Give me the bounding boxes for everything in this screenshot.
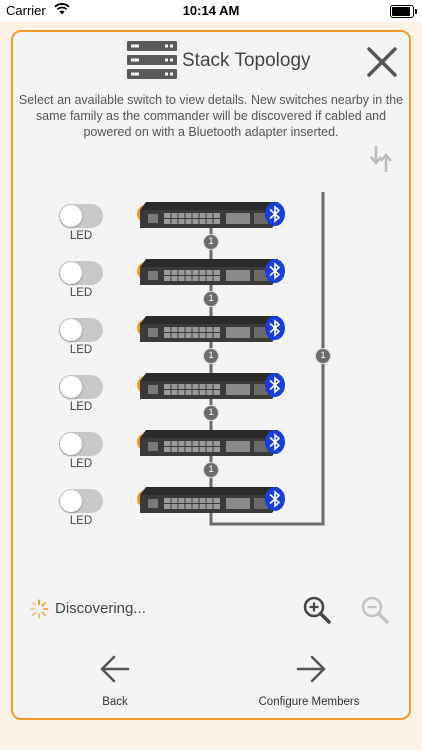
led-toggle-4[interactable]	[59, 375, 103, 399]
led-label: LED	[69, 344, 93, 356]
discovery-status: Discovering...	[55, 600, 146, 617]
bluetooth-icon	[265, 373, 285, 397]
connection-badge: 1	[203, 348, 219, 364]
led-toggle-3[interactable]	[59, 318, 103, 342]
toggle-knob	[60, 319, 82, 341]
switch-member-5[interactable]	[140, 430, 278, 456]
led-toggle-1[interactable]	[59, 204, 103, 228]
led-label: LED	[69, 401, 93, 413]
zoom-in-icon[interactable]	[302, 595, 332, 625]
led-toggle-6[interactable]	[59, 489, 103, 513]
battery-icon	[390, 5, 417, 18]
configure-members-button[interactable]: Configure Members	[249, 654, 369, 714]
ring-connection-badge: 1	[315, 348, 331, 364]
toggle-knob	[60, 433, 82, 455]
configure-members-label: Configure Members	[258, 696, 360, 708]
instructions-text: Select an available switch to view detai…	[18, 93, 404, 139]
back-label: Back	[102, 696, 128, 708]
switch-member-3[interactable]	[140, 316, 278, 342]
led-label: LED	[69, 287, 93, 299]
clock: 10:14 AM	[182, 3, 240, 18]
back-button[interactable]: Back	[75, 654, 155, 714]
switch-member-1[interactable]	[140, 202, 278, 228]
led-label: LED	[69, 515, 93, 527]
bluetooth-icon	[265, 202, 285, 226]
bluetooth-icon	[265, 430, 285, 454]
switch-member-4[interactable]	[140, 373, 278, 399]
stack-diagram: LED 1 M LED 2	[13, 192, 409, 532]
bluetooth-icon	[265, 316, 285, 340]
status-bar: Carrier 10:14 AM	[0, 0, 422, 22]
spinner-icon	[29, 599, 49, 619]
server-stack-icon	[127, 41, 177, 79]
switch-member-6[interactable]	[140, 487, 278, 513]
toggle-knob	[60, 205, 82, 227]
bluetooth-icon	[265, 259, 285, 283]
bluetooth-icon	[265, 487, 285, 511]
connection-badge: 1	[203, 462, 219, 478]
switch-member-2[interactable]	[140, 259, 278, 285]
arrow-left-icon	[100, 655, 130, 683]
led-toggle-2[interactable]	[59, 261, 103, 285]
toggle-knob	[60, 376, 82, 398]
connection-badge: 1	[203, 234, 219, 250]
arrow-right-icon	[296, 655, 326, 683]
toggle-knob	[60, 490, 82, 512]
connection-badge: 1	[203, 291, 219, 307]
page-title: Stack Topology	[182, 50, 311, 71]
led-label: LED	[69, 458, 93, 470]
toggle-knob	[60, 262, 82, 284]
led-label: LED	[69, 230, 93, 242]
close-icon[interactable]	[365, 45, 399, 79]
zoom-out-icon[interactable]	[360, 595, 390, 625]
led-toggle-5[interactable]	[59, 432, 103, 456]
sort-icon[interactable]	[368, 144, 394, 174]
stack-topology-panel: Stack Topology Select an available switc…	[11, 30, 411, 720]
connection-badge: 1	[203, 405, 219, 421]
